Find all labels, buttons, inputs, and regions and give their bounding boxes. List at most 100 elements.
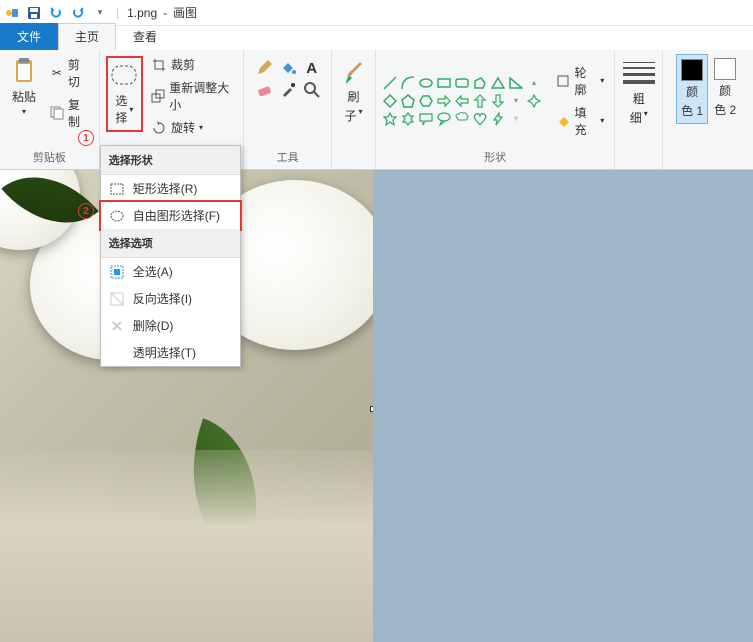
document-filename: 1.png (127, 6, 157, 20)
dropdown-rect-label: 矩形选择(R) (133, 180, 198, 197)
shape-arrow-d-icon[interactable] (490, 93, 506, 109)
shapes-gallery[interactable]: ▴ ▾ ▿ (382, 75, 542, 127)
group-tools: A 工具 (244, 50, 332, 169)
shape-rect-icon[interactable] (436, 75, 452, 91)
rotate-icon (151, 120, 167, 136)
shapes-group-label: 形状 (484, 147, 506, 167)
tab-file[interactable]: 文件 (0, 23, 58, 50)
shape-arrow-r-icon[interactable] (436, 93, 452, 109)
dropdown-rect-select[interactable]: 矩形选择(R) (101, 175, 240, 202)
shape-scroll-down-icon[interactable]: ▾ (508, 93, 524, 109)
brush-icon (340, 58, 368, 86)
crop-label: 裁剪 (171, 56, 195, 73)
shape-lightning-icon[interactable] (490, 111, 506, 127)
shape-callout-rect-icon[interactable] (418, 111, 434, 127)
shape-right-triangle-icon[interactable] (508, 75, 524, 91)
delete-icon (109, 318, 125, 334)
shape-callout-oval-icon[interactable] (436, 111, 452, 127)
crop-icon (151, 57, 167, 73)
dropdown-freeform-select[interactable]: 自由图形选择(F) (101, 202, 240, 229)
select-button[interactable]: 选 择 ▾ (106, 56, 143, 132)
dropdown-header-shapes: 选择形状 (101, 146, 240, 175)
transparent-icon (109, 345, 125, 361)
resize-button[interactable]: 重新调整大小 (147, 77, 237, 115)
brush-button[interactable]: 刷 子▾ (336, 54, 372, 128)
select-dropdown: 选择形状 矩形选择(R) 自由图形选择(F) 选择选项 (100, 145, 241, 367)
shape-arrow-l-icon[interactable] (454, 93, 470, 109)
save-icon[interactable] (26, 5, 42, 21)
select-all-icon (109, 264, 125, 280)
dropdown-all-label: 全选(A) (133, 263, 173, 280)
outline-button[interactable]: 轮廓 ▾ (552, 62, 608, 100)
undo-icon[interactable] (48, 5, 64, 21)
shape-star5-icon[interactable] (382, 111, 398, 127)
shape-scroll-up-icon[interactable]: ▴ (526, 75, 542, 91)
dropdown-transparent[interactable]: 透明选择(T) (101, 339, 240, 366)
dropdown-free-label: 自由图形选择(F) (133, 207, 220, 224)
outline-label: 轮廓 (575, 64, 597, 98)
app-name: 画图 (173, 4, 197, 21)
canvas-handle-right[interactable] (370, 406, 373, 412)
ribbon-tabs: 文件 主页 查看 (0, 26, 753, 50)
shape-star4-icon[interactable] (526, 93, 542, 109)
dropdown-transparent-label: 透明选择(T) (133, 344, 196, 361)
paste-icon (10, 58, 38, 86)
annotation-2: 2 (78, 203, 94, 219)
shape-oval-icon[interactable] (418, 75, 434, 91)
copy-icon (50, 105, 64, 121)
pencil-icon[interactable] (256, 60, 272, 76)
shape-line-icon[interactable] (382, 75, 398, 91)
shape-hexagon-icon[interactable] (418, 93, 434, 109)
color1-swatch (681, 59, 703, 81)
group-shapes: ▴ ▾ ▿ (376, 50, 615, 169)
group-brush: 刷 子▾ (332, 50, 376, 169)
eraser-icon[interactable] (256, 82, 272, 98)
shape-triangle-icon[interactable] (490, 75, 506, 91)
resize-label: 重新调整大小 (169, 79, 233, 113)
shape-callout-cloud-icon[interactable] (454, 111, 470, 127)
select-lasso-icon (110, 62, 138, 90)
tab-view[interactable]: 查看 (116, 23, 174, 50)
shape-roundrect-icon[interactable] (454, 75, 470, 91)
resize-icon (151, 88, 165, 104)
color1-button[interactable]: 颜 色 1 (676, 54, 708, 124)
copy-button[interactable]: 复制 (46, 94, 93, 132)
rotate-button[interactable]: 旋转 ▾ (147, 117, 237, 138)
color-picker-icon[interactable] (280, 82, 296, 98)
group-image: 选 择 ▾ 裁剪 重新调整大小 (100, 50, 245, 169)
thickness-button[interactable]: 粗 细▾ (615, 54, 663, 130)
thickness-label-2: 细 (630, 109, 642, 126)
color2-swatch (714, 58, 736, 80)
bucket-icon[interactable] (280, 60, 296, 76)
qat-dropdown-icon[interactable]: ▾ (92, 5, 108, 21)
fill-button[interactable]: 填充 ▾ (552, 102, 608, 140)
canvas-void (373, 170, 753, 642)
dropdown-header-options: 选择选项 (101, 229, 240, 258)
magnifier-icon[interactable] (304, 82, 320, 98)
shape-polygon-icon[interactable] (472, 75, 488, 91)
ribbon: 粘贴 ▾ ✂ 剪切 复制 剪贴板 1 (0, 50, 753, 170)
crop-button[interactable]: 裁剪 (147, 54, 237, 75)
shape-curve-icon[interactable] (400, 75, 416, 91)
shape-heart-icon[interactable] (472, 111, 488, 127)
title-separator: | (116, 6, 119, 20)
group-colors: 颜 色 1 颜 色 2 (663, 50, 753, 169)
redo-icon[interactable] (70, 5, 86, 21)
cut-button[interactable]: ✂ 剪切 (46, 54, 93, 92)
color2-button[interactable]: 颜 色 2 (710, 54, 740, 122)
rotate-label: 旋转 (171, 119, 195, 136)
text-icon[interactable]: A (304, 60, 320, 76)
cut-label: 剪切 (68, 56, 89, 90)
dropdown-select-all[interactable]: 全选(A) (101, 258, 240, 285)
shape-pentagon-icon[interactable] (400, 93, 416, 109)
color2-label-1: 颜 (719, 84, 731, 98)
tab-home[interactable]: 主页 (58, 23, 116, 50)
fill-label: 填充 (575, 104, 597, 138)
shape-arrow-u-icon[interactable] (472, 93, 488, 109)
dropdown-arrow-icon: ▾ (22, 107, 26, 116)
paste-button[interactable]: 粘贴 ▾ (6, 54, 42, 120)
shape-diamond-icon[interactable] (382, 93, 398, 109)
group-thickness: 粗 细▾ (615, 50, 663, 169)
shape-star6-icon[interactable] (400, 111, 416, 127)
shape-gallery-expand-icon[interactable]: ▿ (508, 111, 524, 127)
